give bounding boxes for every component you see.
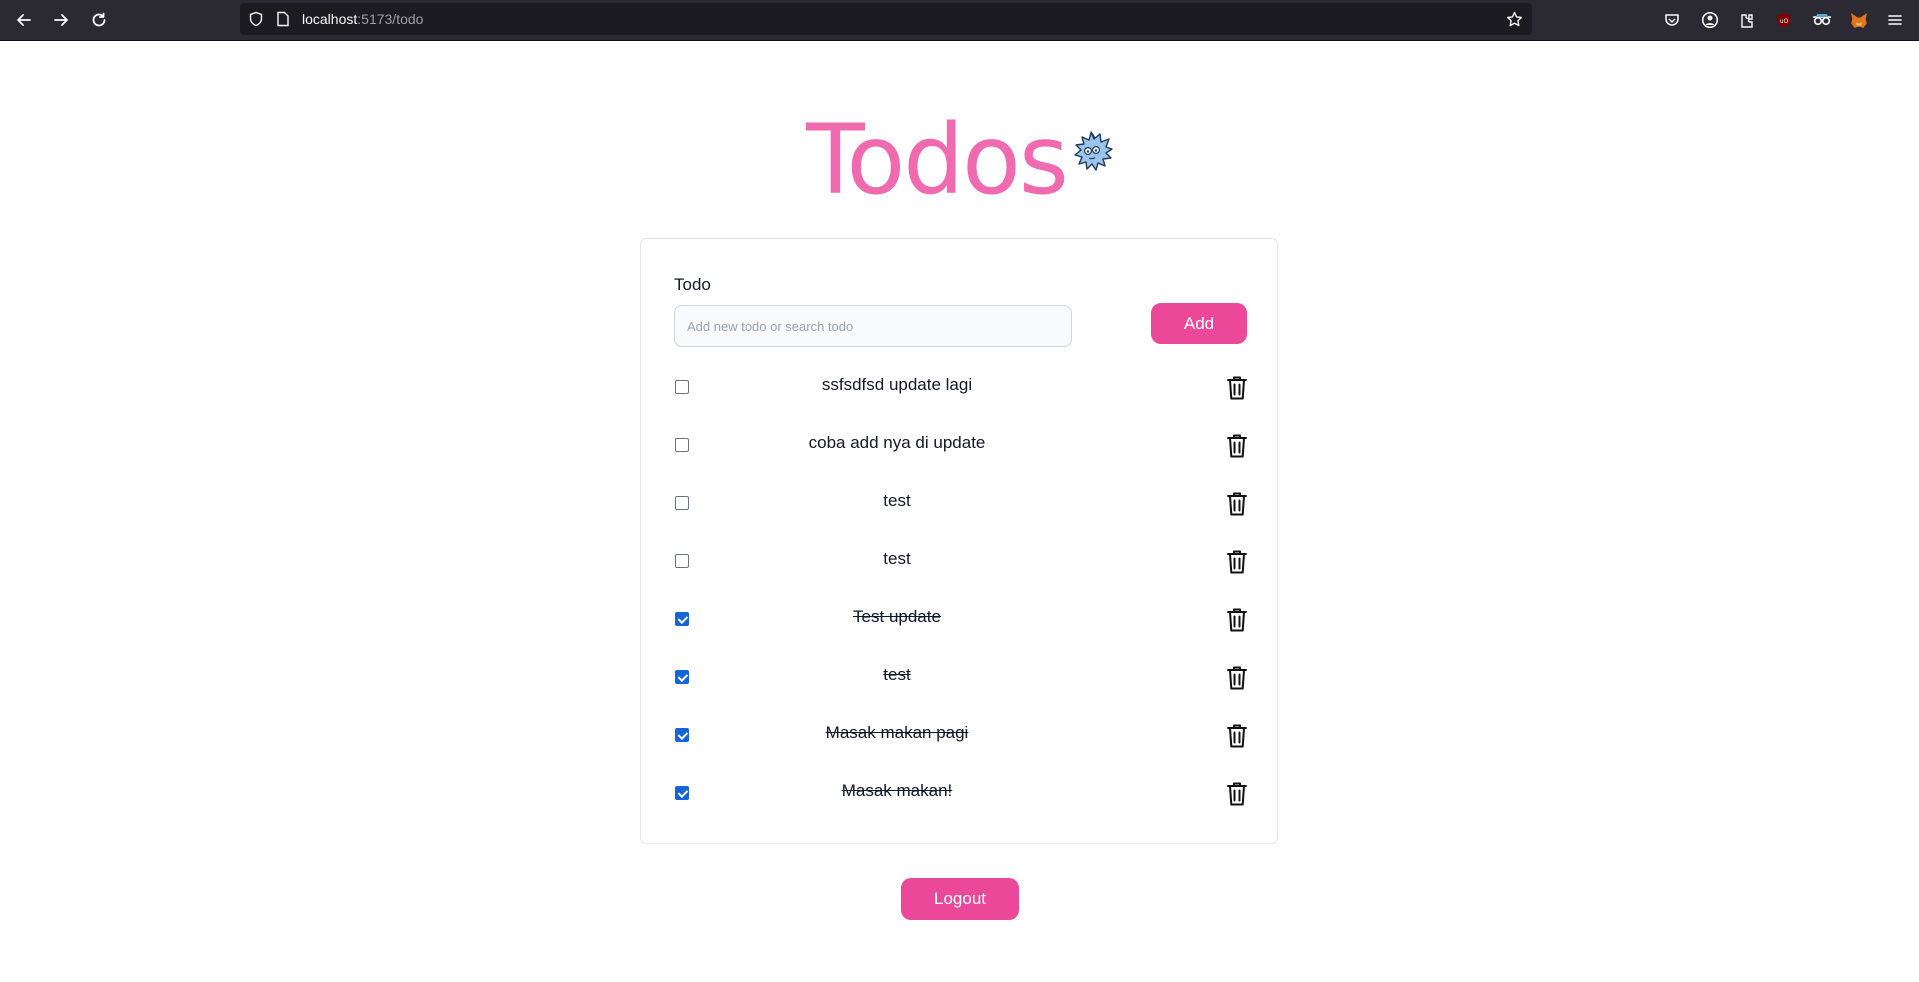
todo-checkbox[interactable] [675, 438, 689, 452]
trash-icon [1227, 782, 1247, 806]
extensions-button[interactable] [1735, 8, 1759, 32]
page-icon[interactable] [276, 11, 290, 27]
todo-item: Test update [641, 601, 1277, 659]
trash-icon [1227, 608, 1247, 632]
extensions-icon [1741, 13, 1753, 28]
todo-item: ssfsdfsd update lagi [641, 369, 1277, 427]
todo-input[interactable] [674, 305, 1072, 347]
todo-text[interactable]: test [701, 491, 1093, 511]
todo-text[interactable]: test [701, 549, 1093, 569]
ublock-icon: uO [1777, 12, 1791, 28]
delete-button[interactable] [1224, 606, 1250, 634]
url-path: :5173/todo [357, 11, 424, 27]
delete-button[interactable] [1224, 780, 1250, 808]
todo-item: Masak makan pagi [641, 717, 1277, 775]
todo-text[interactable]: Masak makan pagi [701, 723, 1093, 743]
todo-checkbox[interactable] [675, 786, 689, 800]
todo-item: Masak makan! [641, 775, 1277, 833]
forward-icon [54, 14, 68, 26]
todo-text[interactable]: Masak makan! [701, 781, 1093, 801]
forward-button[interactable] [47, 6, 75, 34]
metamask-icon [1851, 12, 1867, 28]
page-title: Todos [806, 104, 1069, 216]
delete-button[interactable] [1224, 374, 1250, 402]
page-header: Todos [0, 105, 1919, 215]
pocket-icon [1665, 14, 1679, 26]
todo-text[interactable]: test [701, 665, 1093, 685]
privacy-extension-button[interactable] [1810, 8, 1834, 32]
trash-icon [1227, 434, 1247, 458]
delete-button[interactable] [1224, 548, 1250, 576]
privacy-icon [1813, 14, 1831, 26]
ublock-button[interactable]: uO [1772, 8, 1796, 32]
add-button[interactable]: Add [1151, 303, 1247, 344]
metamask-button[interactable] [1847, 8, 1871, 32]
todo-checkbox[interactable] [675, 728, 689, 742]
trash-icon [1227, 666, 1247, 690]
trash-icon [1227, 550, 1247, 574]
back-icon [17, 14, 31, 26]
todo-checkbox[interactable] [675, 554, 689, 568]
trash-icon [1227, 724, 1247, 748]
todo-checkbox[interactable] [675, 380, 689, 394]
account-icon [1701, 11, 1719, 29]
logout-button[interactable]: Logout [901, 878, 1019, 920]
svg-text:uO: uO [1780, 18, 1789, 25]
reload-button[interactable] [85, 6, 113, 34]
todo-text[interactable]: ssfsdfsd update lagi [701, 375, 1093, 395]
todo-item: coba add nya di update [641, 427, 1277, 485]
browser-toolbar: localhost:5173/todo uO [0, 0, 1919, 41]
url-host: localhost [302, 11, 358, 27]
mascot-icon [1074, 131, 1113, 171]
bookmark-star-icon[interactable] [1506, 11, 1523, 28]
reload-icon [92, 12, 106, 27]
todo-item: test [641, 659, 1277, 717]
trash-icon [1227, 376, 1247, 400]
menu-button[interactable] [1883, 8, 1907, 32]
shield-icon[interactable] [248, 11, 264, 27]
todo-checkbox[interactable] [675, 670, 689, 684]
todo-text[interactable]: Test update [701, 607, 1093, 627]
delete-button[interactable] [1224, 490, 1250, 518]
todo-checkbox[interactable] [675, 612, 689, 626]
back-button[interactable] [10, 6, 38, 34]
todo-checkbox[interactable] [675, 496, 689, 510]
url-text[interactable]: localhost:5173/todo [302, 11, 423, 27]
delete-button[interactable] [1224, 722, 1250, 750]
todo-item: test [641, 485, 1277, 543]
delete-button[interactable] [1224, 664, 1250, 692]
address-bar[interactable]: localhost:5173/todo [240, 3, 1532, 35]
menu-icon [1888, 15, 1902, 25]
delete-button[interactable] [1224, 432, 1250, 460]
todo-input-label: Todo [674, 275, 711, 294]
account-button[interactable] [1698, 8, 1722, 32]
todo-card: Todo Add ssfsdfsd update lagi coba add ny… [640, 238, 1278, 844]
trash-icon [1227, 492, 1247, 516]
todo-item: test [641, 543, 1277, 601]
todo-list: ssfsdfsd update lagi coba add nya di upda… [641, 369, 1277, 833]
todo-text[interactable]: coba add nya di update [701, 433, 1093, 453]
pocket-button[interactable] [1660, 8, 1684, 32]
